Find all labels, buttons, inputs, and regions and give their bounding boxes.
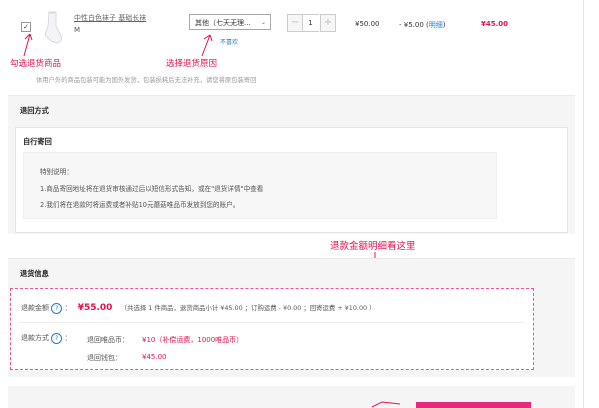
arrow-icon [371, 401, 401, 408]
product-name-link[interactable]: 中性白色袜子 基础长袜 [74, 13, 146, 23]
submit-return-button[interactable] [416, 402, 531, 408]
refund-method-label: 退款方式 [21, 334, 49, 342]
label-colon: ： [64, 334, 72, 342]
label-colon: ： [64, 304, 72, 312]
return-method-panel: 退回方式 自行寄回 特别说明： 1.商品寄回地址将在退货审核通过后以短信形式告知… [8, 95, 575, 234]
refund-amount-value: ¥55.00 [77, 303, 113, 313]
packaging-notice: 体用户外的商品包装可能为国外发货，包装损耗后无法补充，请您将原包装寄回 [36, 77, 257, 84]
return-method-box: 自行寄回 特别说明： 1.商品寄回地址将在退货审核通过后以短信形式告知，或在"退… [15, 127, 568, 233]
refund-info-title: 退货信息 [20, 269, 49, 278]
refund-amount-label: 退款金额 [21, 304, 49, 312]
tip-line: 1.商品寄回地址将在退货审核通过后以短信形式告知，或在"退货详情"中查看 [40, 185, 264, 193]
dislike-link[interactable]: 不喜欢 [220, 37, 238, 46]
discount-prefix: - ¥5.00 ( [399, 21, 429, 29]
refund-method-row: 退款方式 ? ： [21, 333, 71, 344]
return-reason-value: 其他（七天无理... [195, 19, 251, 27]
quantity-increase-button[interactable]: + [320, 14, 336, 32]
arrow-icon [23, 33, 33, 57]
return-method-title: 退回方式 [20, 106, 49, 115]
chevron-down-icon: ⌄ [260, 19, 266, 26]
divider [19, 322, 524, 323]
self-return-option[interactable]: 自行寄回 [23, 137, 52, 147]
refund-detail-box: 退款金额 ? ： ¥55.00 （共选择 1 件商品，退货商品小计 ¥45.00… [10, 288, 534, 370]
coin-refund-value: ¥10（补偿运费，1000唯品币） [142, 336, 244, 344]
refund-amount-row: 退款金额 ? ： ¥55.00 （共选择 1 件商品，退货商品小计 ¥45.00… [21, 303, 376, 314]
unit-price: ¥50.00 [355, 20, 380, 28]
discount-suffix: ) [442, 21, 446, 29]
coin-refund-label: 退回唯品币： [87, 336, 129, 344]
refund-breakdown: （共选择 1 件商品，退货商品小计 ¥45.00 ；订购运费 - ¥0.00 ；… [120, 304, 376, 312]
help-icon[interactable]: ? [51, 333, 63, 344]
discount-amount: - ¥5.00 (明细) [399, 20, 445, 30]
wallet-refund-label: 退回钱包： [87, 354, 122, 362]
help-icon[interactable]: ? [51, 303, 63, 314]
quantity-decrease-button[interactable]: − [287, 14, 303, 32]
wallet-refund-value: ¥45.00 [142, 353, 167, 361]
final-price: ¥45.00 [481, 20, 509, 28]
annotation-select-goods: 勾选退货商品 [10, 59, 62, 69]
scrollbar-track[interactable] [583, 0, 599, 408]
tip-line: 2.我们将在退款时将运费或者补贴10元蘑菇唯品币发放到您的账户。 [40, 201, 240, 209]
quantity-value[interactable]: 1 [302, 14, 319, 32]
tips-title: 特别说明： [40, 168, 73, 176]
return-reason-select[interactable]: 其他（七天无理... ⌄ [189, 14, 271, 30]
annotation-select-reason: 选择退货原因 [166, 59, 218, 69]
discount-detail-link[interactable]: 明细 [429, 21, 443, 29]
tips-box: 特别说明： 1.商品寄回地址将在退货审核通过后以短信形式告知，或在"退货详情"中… [23, 152, 497, 219]
product-size: M [74, 26, 81, 34]
arrow-icon [201, 34, 213, 57]
